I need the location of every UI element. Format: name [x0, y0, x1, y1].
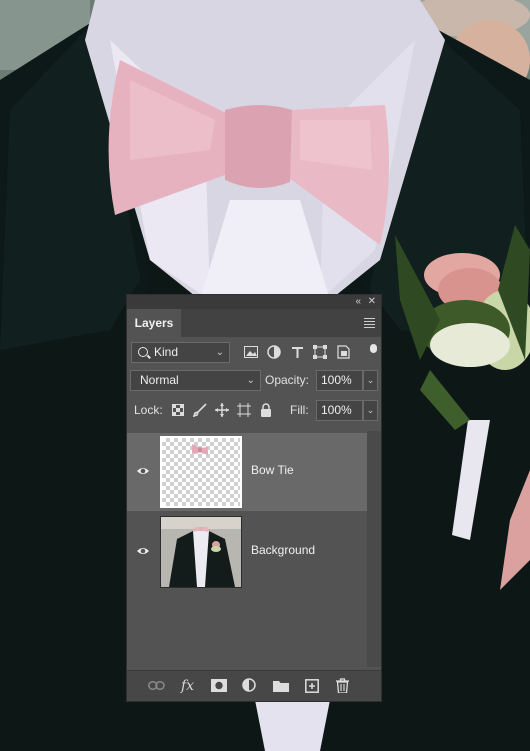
layer-row-bow-tie[interactable]: Bow Tie [127, 433, 367, 511]
search-icon [138, 347, 148, 357]
chevron-down-icon: ⌄ [215, 347, 224, 358]
lock-position-icon[interactable] [214, 402, 230, 418]
blend-mode-dropdown[interactable]: Normal ⌄ [130, 370, 261, 391]
lock-row: Lock: Fill: 100% ⌄ [127, 395, 381, 424]
layer-row-background[interactable]: Background [127, 513, 367, 591]
pixel-filter-icon[interactable] [243, 344, 259, 360]
adjustment-layer-icon[interactable] [240, 677, 259, 694]
link-layers-icon[interactable] [147, 677, 166, 694]
lock-image-pixels-icon[interactable] [192, 402, 208, 418]
blend-mode-value: Normal [140, 373, 179, 387]
new-layer-icon[interactable] [302, 677, 321, 694]
blend-row: Normal ⌄ Opacity: 100% ⌄ [127, 366, 381, 395]
visibility-eye-icon[interactable] [136, 464, 150, 478]
layers-list: Bow Tie Background [127, 431, 381, 667]
lock-all-icon[interactable] [258, 402, 274, 418]
layer-mask-icon[interactable] [209, 677, 228, 694]
layer-thumbnail [160, 516, 242, 588]
layers-panel: « ✕ Layers Kind ⌄ Normal ⌄ Opacity: 100%… [126, 294, 382, 702]
filter-kind-label: Kind [154, 345, 179, 359]
panel-tab-bar: Layers [127, 309, 381, 337]
fill-label: Fill: [290, 403, 309, 417]
shape-filter-icon[interactable] [312, 344, 328, 360]
layer-style-icon[interactable]: fx [178, 677, 197, 694]
smart-object-filter-icon[interactable] [335, 344, 351, 360]
panel-menu-icon[interactable] [364, 318, 375, 330]
fill-input[interactable]: 100% [316, 400, 363, 421]
group-icon[interactable] [271, 677, 290, 694]
tab-layers[interactable]: Layers [127, 309, 181, 337]
opacity-input[interactable]: 100% [316, 370, 363, 391]
collapse-icon[interactable]: « [355, 295, 361, 309]
lock-artboard-icon[interactable] [236, 402, 252, 418]
layer-name[interactable]: Background [251, 543, 315, 557]
layers-bottom-toolbar: fx [127, 670, 381, 701]
opacity-label: Opacity: [265, 373, 310, 387]
bow-tie-thumbnail-icon [192, 444, 208, 455]
lock-transparent-pixels-icon[interactable] [170, 402, 186, 418]
layer-name[interactable]: Bow Tie [251, 463, 294, 477]
panel-title-bar[interactable]: « ✕ [127, 295, 381, 309]
layer-thumbnail [160, 436, 242, 508]
filter-kind-dropdown[interactable]: Kind ⌄ [131, 342, 230, 363]
adjustment-filter-icon[interactable] [266, 344, 282, 360]
fill-slider-button[interactable]: ⌄ [363, 400, 378, 421]
filter-row: Kind ⌄ [127, 337, 381, 366]
type-filter-icon[interactable] [289, 344, 305, 360]
delete-layer-icon[interactable] [333, 677, 352, 694]
lock-label: Lock: [134, 403, 163, 417]
filter-toggle-icon[interactable] [370, 344, 377, 353]
groom-photo-thumbnail-icon [161, 517, 241, 587]
visibility-eye-icon[interactable] [136, 544, 150, 558]
layers-scrollbar[interactable] [367, 431, 381, 667]
chevron-down-icon: ⌄ [246, 375, 255, 386]
close-icon[interactable]: ✕ [368, 295, 376, 309]
opacity-slider-button[interactable]: ⌄ [363, 370, 378, 391]
